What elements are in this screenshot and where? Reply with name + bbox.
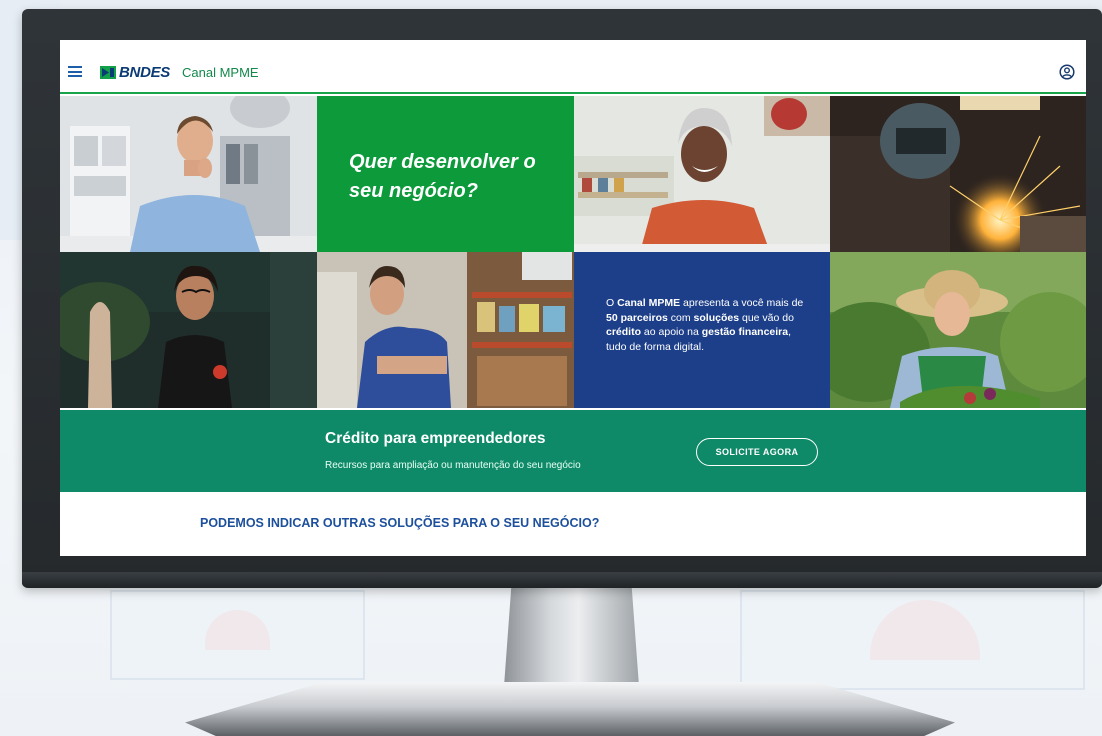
blurb-text: apresenta a você mais de [680, 297, 804, 309]
user-account-icon[interactable] [1059, 64, 1075, 80]
apply-now-button[interactable]: SOLICITE AGORA [696, 438, 818, 466]
blurb-emphasis: Canal MPME [617, 297, 681, 309]
banner-title: Crédito para empreendedores [325, 430, 546, 447]
intro-text-tile: O Canal MPME apresenta a você mais de 50… [574, 252, 830, 408]
photo-farmer [830, 252, 1086, 408]
monitor-stand-base [185, 682, 955, 736]
blurb-text: O [606, 297, 618, 309]
blurb-emphasis: 50 parceiros [606, 311, 668, 324]
banner-subtitle: Recursos para ampliação ou manutenção do… [325, 460, 581, 471]
photo-hardware-store-worker [317, 252, 574, 408]
blurb-emphasis: gestão financeira [701, 326, 789, 338]
hero-headline: Quer desenvolver o seu negócio? [349, 148, 552, 206]
bndes-logo-icon [100, 65, 116, 79]
section-heading: PODEMOS INDICAR OUTRAS SOLUÇÕES PARA O S… [200, 516, 600, 530]
monitor-bezel-bottom [22, 572, 1102, 588]
blurb-emphasis: crédito [606, 326, 642, 338]
hero-headline-line-2: seu negócio? [349, 180, 478, 202]
site-header: BNDES Canal MPME [60, 40, 1086, 94]
blurb-text: com [667, 311, 694, 324]
blurb-text: que vão do [739, 311, 794, 324]
headline-tile: Quer desenvolver o seu negócio? [317, 96, 574, 252]
intro-blurb: O Canal MPME apresenta a você mais de 50… [606, 296, 808, 354]
menu-icon[interactable] [68, 66, 82, 77]
photo-woman-shopkeeper [574, 96, 830, 252]
hero-grid: Quer desenvolver o seu negócio? O Canal … [60, 96, 1086, 408]
website-screen: BNDES Canal MPME Quer desenvolver o seu … [60, 40, 1086, 556]
blurb-emphasis: soluções [693, 311, 740, 324]
channel-name[interactable]: Canal MPME [182, 65, 259, 80]
blurb-text: ao apoio na [641, 326, 702, 338]
hero-headline-line-1: Quer desenvolver o [349, 151, 536, 173]
photo-welder [830, 96, 1086, 252]
logo-text: BNDES [119, 63, 171, 81]
photo-seamstress [60, 252, 317, 408]
bndes-logo[interactable]: BNDES [100, 63, 171, 81]
credit-banner: Crédito para empreendedores Recursos par… [60, 410, 1086, 492]
photo-man-at-desk [60, 96, 317, 252]
